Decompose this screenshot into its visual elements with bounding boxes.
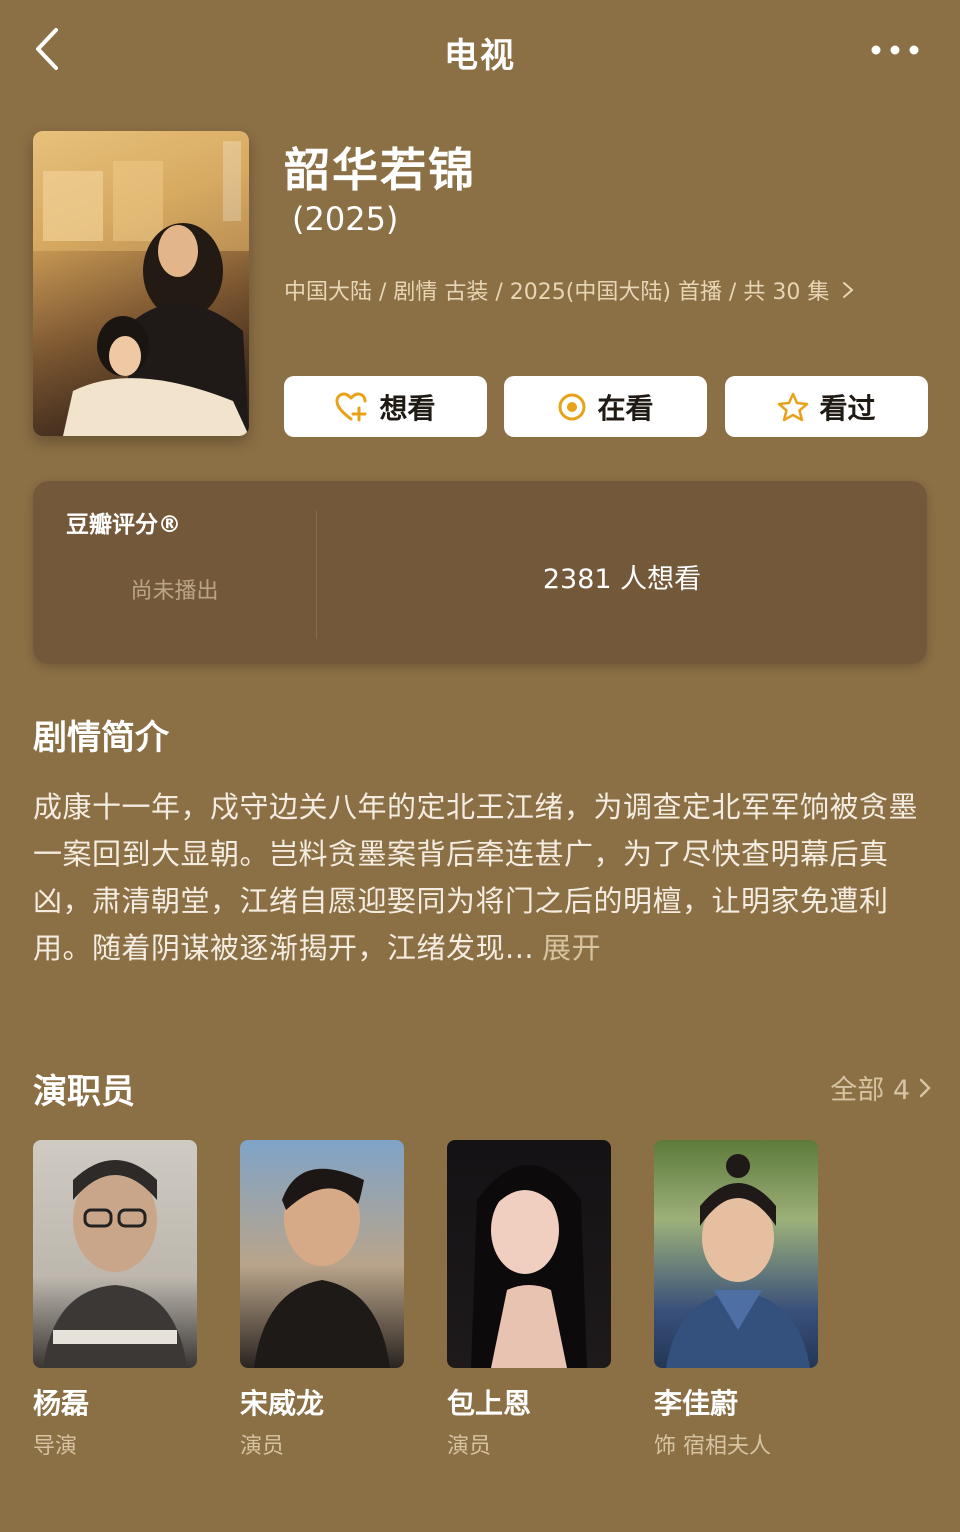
want-to-watch-button[interactable]: 想看 [284, 376, 487, 437]
star-icon [778, 392, 809, 421]
more-icon [871, 45, 919, 55]
cast-all-label: 全部 4 [830, 1075, 910, 1106]
show-year: (2025) [292, 200, 399, 238]
rating-card[interactable]: 豆瓣评分® 尚未播出 2381 人想看 [33, 481, 927, 664]
cast-all-link[interactable]: 全部 4 [830, 1068, 932, 1107]
cast-title: 演职员 [33, 1072, 135, 1112]
rating-label: 豆瓣评分® [66, 512, 181, 538]
show-poster[interactable] [33, 131, 249, 436]
watching-label: 在看 [597, 391, 654, 425]
cast-card[interactable]: 包上恩 演员 [447, 1140, 611, 1460]
cast-role: 饰 宿相夫人 [654, 1434, 771, 1459]
poster-art [33, 131, 249, 436]
top-bar: 电视 [0, 0, 960, 100]
cast-name: 包上恩 [447, 1387, 532, 1420]
cast-photo [654, 1140, 818, 1368]
rating-status: 尚未播出 [130, 579, 219, 604]
cast-role: 导演 [33, 1434, 78, 1459]
cast-role: 演员 [447, 1434, 492, 1459]
cast-photo [240, 1140, 404, 1368]
cast-photo [33, 1140, 197, 1368]
want-count: 2381 人想看 [542, 564, 702, 595]
watching-icon [558, 393, 586, 420]
cast-card[interactable]: 宋威龙 演员 [240, 1140, 404, 1460]
expand-link[interactable]: 展开 [542, 931, 601, 965]
page-title: 电视 [444, 36, 516, 76]
cast-card[interactable]: 李佳蔚 饰 宿相夫人 [654, 1140, 818, 1460]
synopsis-title: 剧情简介 [33, 718, 169, 758]
show-title: 韶华若锦 [284, 143, 476, 197]
heart-plus-icon [335, 392, 367, 421]
synopsis-body: 成康十一年，戍守边关八年的定北王江绪，为调查定北军军饷被贪墨一案回到大显朝。岂料… [33, 790, 919, 965]
cast-role: 演员 [240, 1434, 285, 1459]
watching-button[interactable]: 在看 [504, 376, 707, 437]
cast-name: 杨磊 [33, 1387, 90, 1420]
synopsis-text: 成康十一年，戍守边关八年的定北王江绪，为调查定北军军饷被贪墨一案回到大显朝。岂料… [33, 784, 919, 972]
cast-name: 李佳蔚 [654, 1387, 739, 1420]
cast-card[interactable]: 杨磊 导演 [33, 1140, 197, 1460]
watched-label: 看过 [819, 391, 876, 425]
chevron-right-icon [842, 280, 854, 305]
more-button[interactable] [870, 38, 920, 62]
show-meta[interactable]: 中国大陆 / 剧情 古装 / 2025(中国大陆) 首播 / 共 30 集 [284, 274, 854, 306]
want-to-watch-label: 想看 [379, 391, 436, 425]
chevron-right-icon [919, 1078, 931, 1097]
cast-photo [447, 1140, 611, 1368]
show-meta-text: 中国大陆 / 剧情 古装 / 2025(中国大陆) 首播 / 共 30 集 [284, 280, 830, 305]
cast-name: 宋威龙 [240, 1387, 325, 1420]
watched-button[interactable]: 看过 [725, 376, 928, 437]
